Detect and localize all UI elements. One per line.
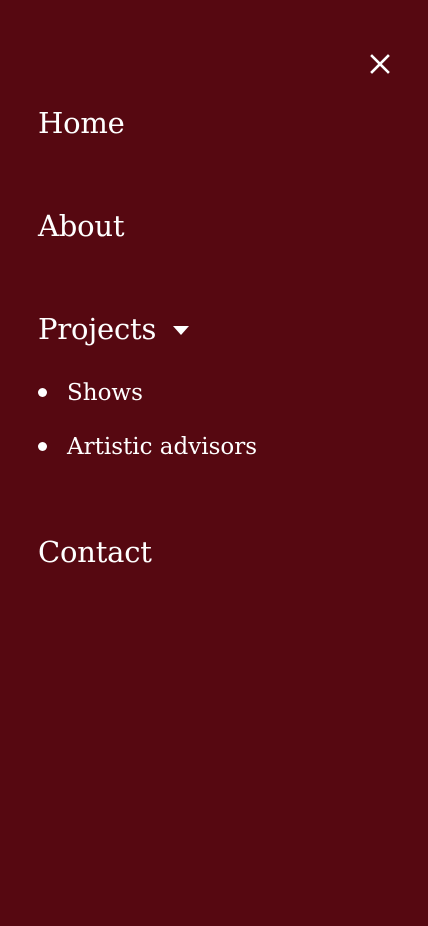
close-icon xyxy=(370,54,390,74)
close-button[interactable] xyxy=(362,46,398,82)
bullet-icon xyxy=(38,442,47,451)
submenu-item-label: Artistic advisors xyxy=(67,434,258,460)
nav-item-projects-label: Projects xyxy=(38,312,157,346)
projects-submenu: Shows Artistic advisors xyxy=(38,377,257,485)
caret-down-icon xyxy=(173,326,190,335)
nav-item-contact[interactable]: Contact xyxy=(38,534,152,570)
submenu-item-label: Shows xyxy=(67,380,143,406)
bullet-icon xyxy=(38,388,47,397)
submenu-item-artistic-advisors[interactable]: Artistic advisors xyxy=(38,431,257,463)
submenu-item-shows[interactable]: Shows xyxy=(38,377,257,409)
nav-item-home[interactable]: Home xyxy=(38,105,125,141)
nav-item-about[interactable]: About xyxy=(38,208,125,244)
nav-item-projects[interactable]: Projects xyxy=(38,311,190,347)
